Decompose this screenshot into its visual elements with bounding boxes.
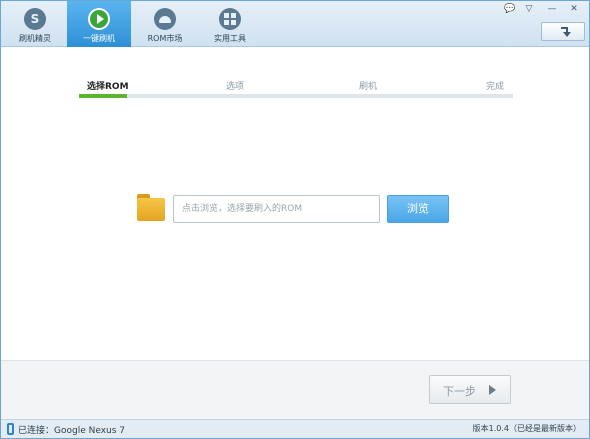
feedback-icon[interactable]: 💬 <box>503 3 517 15</box>
next-step-label: 下一步 <box>443 385 476 398</box>
tab-label: 刷机精灵 <box>19 34 51 43</box>
play-arrow-icon <box>489 385 496 395</box>
phone-icon <box>7 423 14 435</box>
tab-one-click-flash[interactable]: 一键刷机 <box>67 1 131 47</box>
menu-dropdown-icon[interactable]: ▽ <box>522 3 536 15</box>
step-complete: 完成 <box>486 82 505 92</box>
tab-rom-market[interactable]: ROM市场 <box>133 1 197 47</box>
s-logo-icon <box>24 8 46 30</box>
step-progress: 选择ROM 选项 刷机 完成 <box>79 79 513 99</box>
status-bar: 已连接：Google Nexus 7 版本1.0.4（已经是最新版本） <box>1 419 589 438</box>
tab-label: ROM市场 <box>147 34 183 43</box>
browse-button[interactable]: 浏览 <box>387 195 449 223</box>
folder-icon[interactable] <box>137 194 165 221</box>
version-info: 版本1.0.4（已经是最新版本） <box>472 424 581 433</box>
tab-label: 实用工具 <box>214 34 246 43</box>
update-button[interactable] <box>541 22 585 41</box>
tab-flash-wizard[interactable]: 刷机精灵 <box>3 1 67 47</box>
tab-label: 一键刷机 <box>83 34 115 43</box>
tab-tools[interactable]: 实用工具 <box>198 1 262 47</box>
play-icon <box>88 8 110 30</box>
android-icon <box>154 8 176 30</box>
connection-status: 已连接：Google Nexus 7 <box>18 426 126 436</box>
grid-icon <box>219 8 241 30</box>
rom-path-input[interactable] <box>173 195 380 223</box>
progress-track <box>79 94 513 98</box>
minimize-icon[interactable]: — <box>545 3 559 15</box>
app-window: 刷机精灵 一键刷机 ROM市场 实用工具 💬 ▽ — ✕ 选择ROM 选项 刷机… <box>0 0 590 439</box>
top-navigation-bar: 刷机精灵 一键刷机 ROM市场 实用工具 💬 ▽ — ✕ <box>1 1 589 47</box>
step-options: 选项 <box>226 82 245 92</box>
step-select-rom: 选择ROM <box>87 82 129 92</box>
close-icon[interactable]: ✕ <box>567 3 581 15</box>
step-flash: 刷机 <box>359 82 378 92</box>
next-step-button[interactable]: 下一步 <box>429 375 511 404</box>
progress-fill <box>79 94 127 98</box>
